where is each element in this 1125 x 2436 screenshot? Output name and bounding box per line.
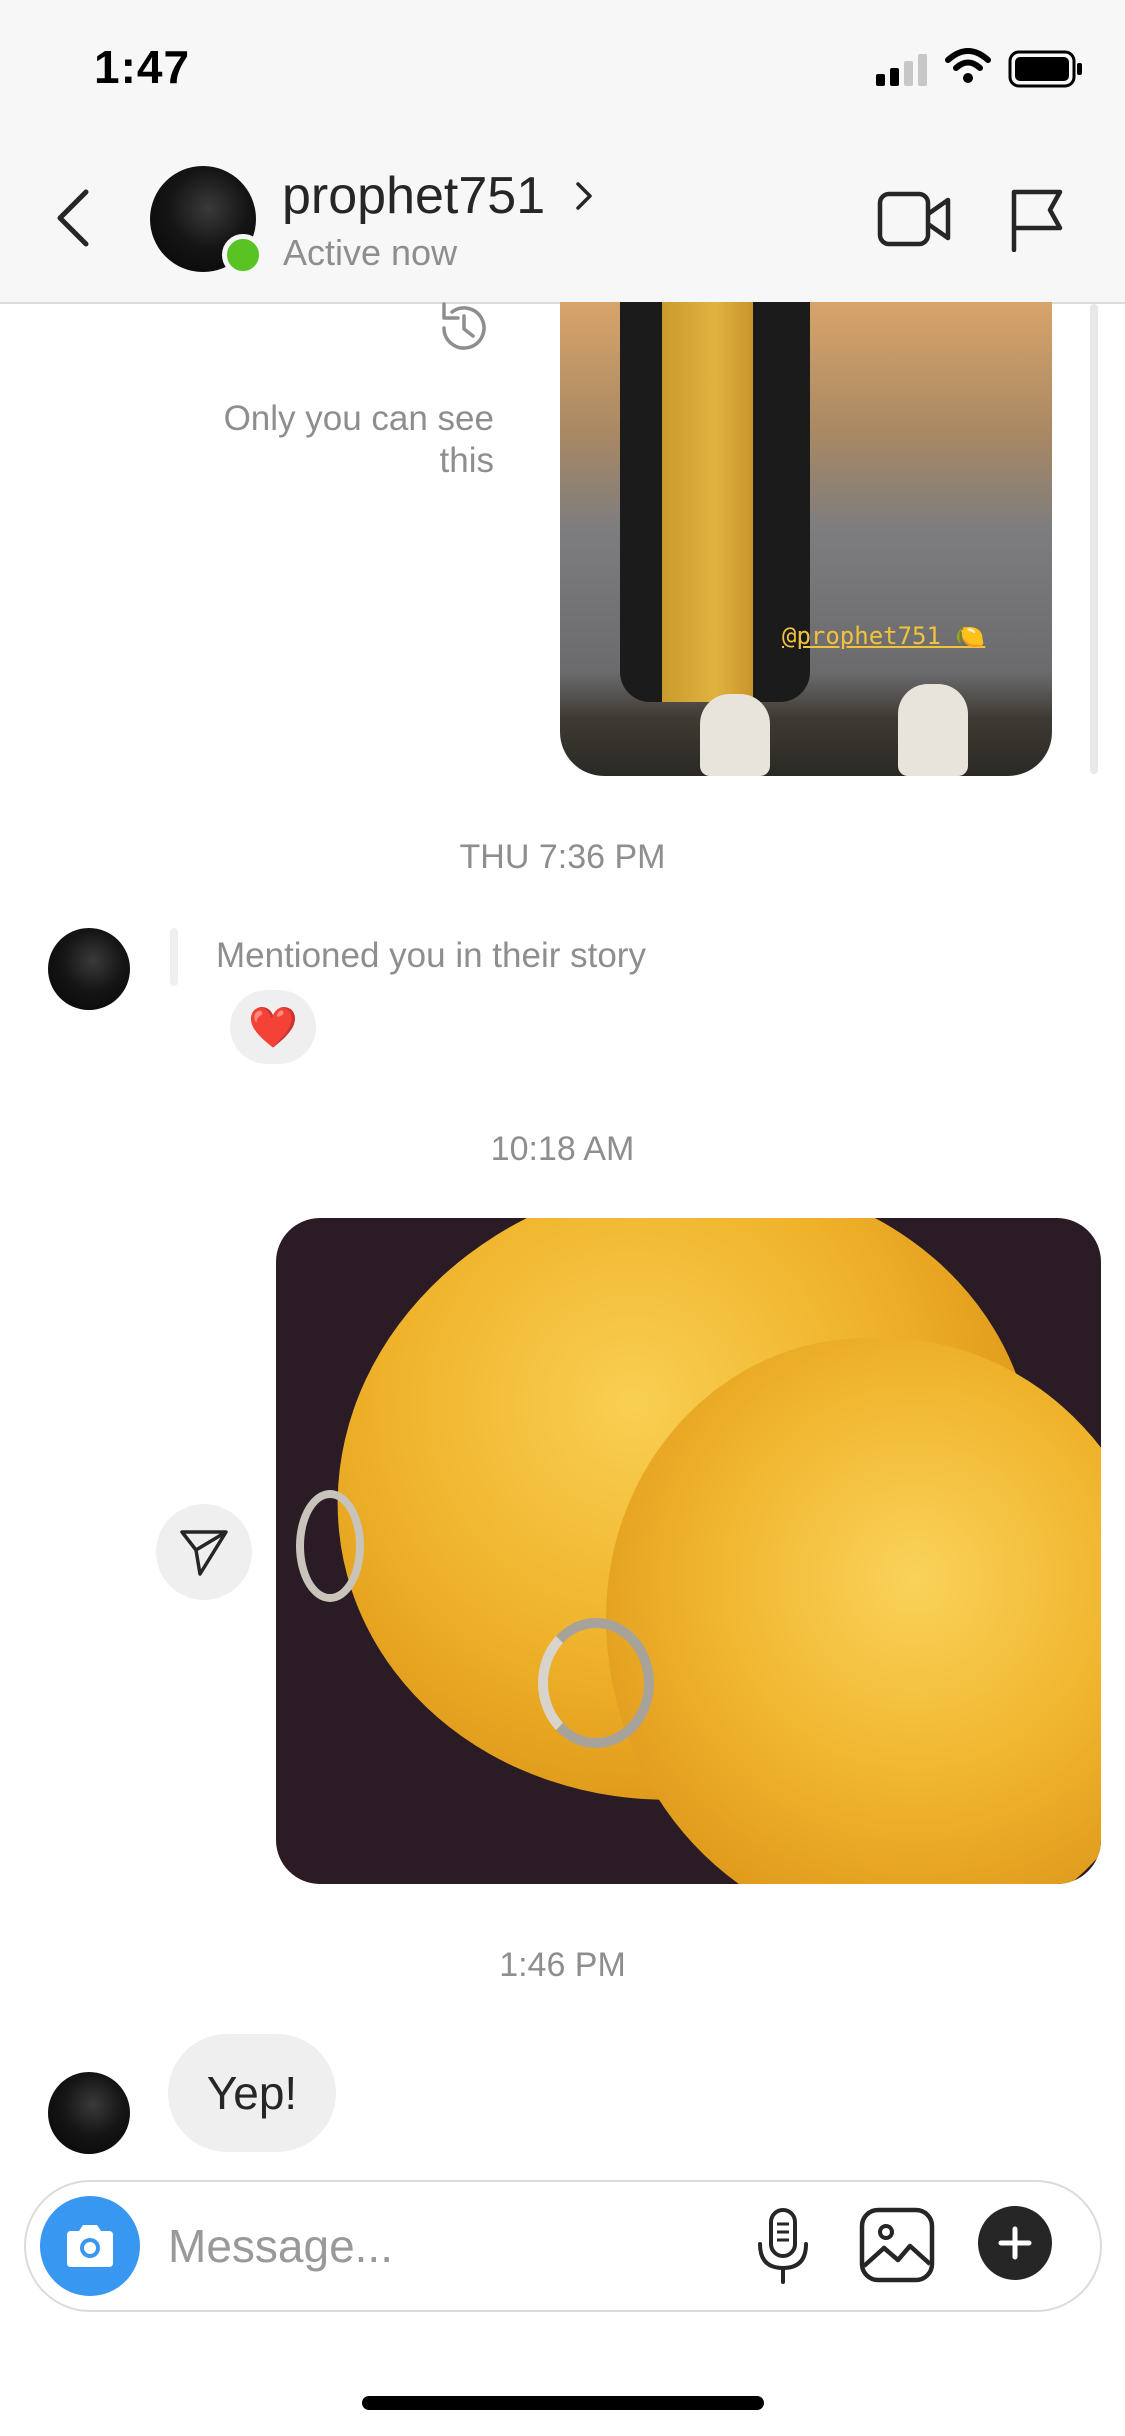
message-bubble[interactable]: Yep! (168, 2034, 336, 2152)
active-status: Active now (283, 232, 458, 273)
only-you-can-see-note: Only you can see this (223, 399, 494, 480)
history-icon (442, 302, 486, 350)
story-shoe (898, 684, 968, 776)
scrollbar[interactable] (1090, 304, 1098, 774)
message-input[interactable] (168, 2206, 728, 2286)
home-indicator[interactable] (362, 2396, 764, 2410)
timestamp: THU 7:36 PM (459, 838, 666, 876)
message-text: Yep! (206, 2067, 298, 2119)
sender-avatar[interactable] (48, 928, 130, 1010)
heart-icon: ❤️ (248, 1005, 298, 1050)
story-image[interactable]: @prophet751 🍋 (560, 302, 1052, 776)
gallery-icon[interactable] (858, 2206, 936, 2284)
story-shoe (700, 694, 770, 776)
timestamp: 10:18 AM (490, 1130, 635, 1168)
camera-button[interactable] (40, 2196, 140, 2296)
signal-icon (876, 54, 927, 86)
flag-icon[interactable] (1006, 186, 1066, 252)
shared-photo[interactable] (276, 1218, 1101, 1884)
status-time: 1:47 (94, 41, 191, 93)
mention-quote-bar (170, 928, 178, 986)
share-button[interactable] (156, 1504, 252, 1600)
wifi-icon (945, 48, 991, 83)
plus-icon (998, 2226, 1032, 2260)
sender-avatar[interactable] (48, 2072, 130, 2154)
chevron-right-icon[interactable] (572, 178, 596, 214)
microphone-icon[interactable] (750, 2206, 816, 2286)
story-tag: @prophet751 🍋 (782, 622, 986, 650)
photo-earring (538, 1618, 654, 1748)
timestamp: 1:46 PM (499, 1946, 626, 1984)
header-username[interactable]: prophet751 (282, 166, 545, 226)
paper-plane-icon (180, 1530, 228, 1576)
more-options-button[interactable] (978, 2206, 1052, 2280)
camera-icon (67, 2225, 113, 2267)
video-call-icon[interactable] (876, 188, 952, 250)
online-indicator (222, 234, 264, 276)
heart-reaction[interactable]: ❤️ (230, 990, 316, 1064)
photo-earring (296, 1490, 364, 1602)
mention-text: Mentioned you in their story (216, 936, 646, 975)
battery-icon (1008, 50, 1082, 88)
back-chevron-icon[interactable] (50, 186, 94, 250)
